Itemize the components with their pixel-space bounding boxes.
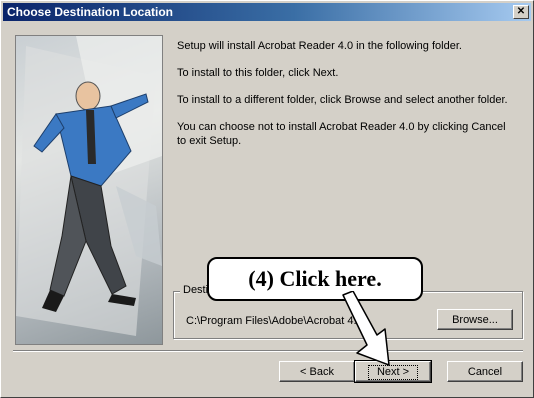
instruction-paragraph: To install to this folder, click Next. <box>177 67 339 79</box>
window-title: Choose Destination Location <box>7 5 174 19</box>
instruction-paragraph: You can choose not to install Acrobat Re… <box>177 121 506 147</box>
title-bar[interactable]: Choose Destination Location ✕ <box>3 3 531 21</box>
pointer-arrow-icon <box>342 291 390 366</box>
instruction-paragraph: To install to a different folder, click … <box>177 94 508 106</box>
running-man-image <box>16 36 162 336</box>
separator <box>13 350 523 352</box>
setup-dialog: Choose Destination Location ✕ Setup will… <box>0 0 534 398</box>
setup-illustration <box>15 35 163 345</box>
cancel-button[interactable]: Cancel <box>447 361 523 382</box>
close-icon[interactable]: ✕ <box>513 5 529 19</box>
instruction-paragraph: Setup will install Acrobat Reader 4.0 in… <box>177 40 462 52</box>
instructions-text: Setup will install Acrobat Reader 4.0 in… <box>177 39 517 161</box>
browse-button[interactable]: Browse... <box>437 309 513 330</box>
